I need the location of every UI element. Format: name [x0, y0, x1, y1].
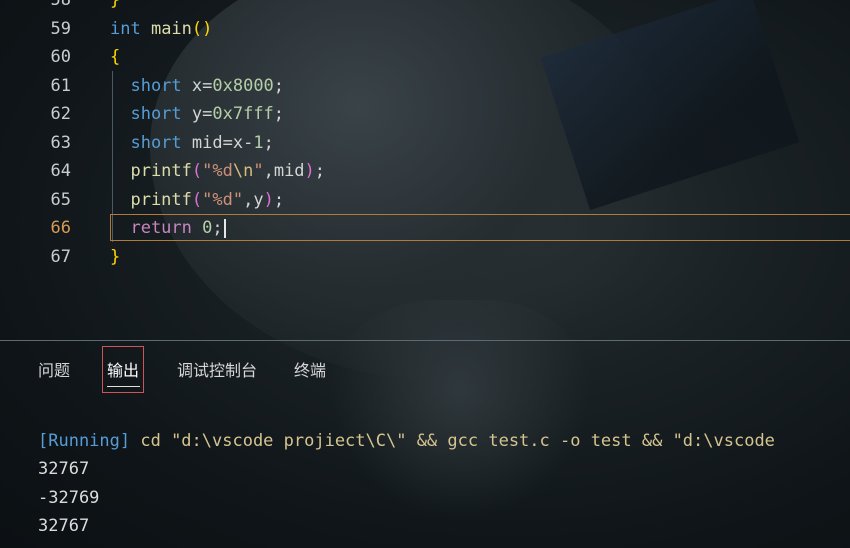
running-tag: [Running] [38, 431, 131, 451]
code-token: int [110, 18, 141, 39]
code-token: 0x7fff [212, 104, 274, 124]
code-line: 61 short x=0x8000; [0, 72, 850, 101]
line-number: 62 [50, 104, 71, 124]
code-token: " [253, 161, 264, 181]
code-token: } [110, 0, 121, 10]
line-number: 59 [50, 18, 71, 39]
code-token: ; [263, 132, 274, 153]
code-text: printf("%d",y); [110, 186, 284, 215]
tab-debug-console[interactable]: 调试控制台 [177, 359, 257, 383]
line-number: 64 [50, 161, 71, 181]
code-line: 62 short y=0x7fff; [0, 100, 850, 129]
code-token: ; [273, 104, 285, 124]
code-token: ,mid [263, 161, 305, 181]
code-token: short [110, 75, 182, 96]
code-token: printf [110, 161, 192, 181]
code-text: return 0; [110, 214, 226, 243]
code-token: printf [110, 189, 192, 210]
code-token: () [191, 18, 213, 39]
code-token: ; [273, 75, 285, 96]
code-line: 59 int main() [0, 15, 850, 44]
line-number: 60 [50, 47, 71, 67]
output-line: -32769 [38, 488, 100, 508]
bottom-panel: 问题 输出 调试控制台 终端 [Running] cd "d:\vscode p… [0, 341, 850, 548]
code-token: short [110, 104, 182, 124]
code-token: \n [232, 161, 254, 181]
code-token: ( [191, 161, 203, 181]
code-token: ; [273, 189, 285, 210]
line-number: 58 [50, 0, 71, 10]
code-line: 65 printf("%d",y); [0, 186, 850, 215]
output-command-line: [Running] cd "d:\vscode projiect\C\" && … [38, 427, 775, 455]
line-number: 67 [50, 246, 71, 267]
panel-tabs: 问题 输出 调试控制台 终端 [0, 341, 850, 393]
code-token: return [110, 218, 192, 238]
code-token: ) [304, 161, 315, 181]
text-cursor [223, 218, 226, 238]
code-token: x= [181, 75, 213, 96]
line-number: 65 [50, 189, 71, 210]
code-token: short [110, 132, 182, 153]
code-editor[interactable]: 58} 59 int main() 60{61 short x=0x8000; 62 s… [0, 0, 850, 340]
code-token: ; [212, 218, 223, 238]
code-line: 60 { [0, 43, 850, 72]
code-token: { [110, 47, 121, 67]
code-text: } [110, 243, 120, 272]
code-text: printf("%d\n",mid); [110, 157, 325, 186]
code-token: ( [191, 189, 203, 210]
code-token: 0 [202, 218, 213, 238]
code-token: ) [263, 189, 274, 210]
code-line: 66 return 0; [0, 214, 850, 243]
line-number: 61 [50, 75, 71, 96]
code-token: main [140, 18, 192, 39]
code-text: int main() [110, 15, 212, 44]
code-line: 63 short mid=x-1; [0, 129, 850, 158]
code-token: } [110, 246, 121, 267]
code-text: short y=0x7fff; [110, 100, 284, 129]
code-text: { [110, 43, 120, 72]
code-line: 67} [0, 243, 850, 272]
code-token: 0x8000 [212, 75, 274, 96]
code-token: 1 [253, 132, 264, 153]
code-line: 64 printf("%d\n",mid); [0, 157, 850, 186]
command-text: cd "d:\vscode projiect\C\" && gcc test.c… [130, 431, 775, 451]
code-token: ,y [243, 189, 264, 210]
line-number: 63 [50, 132, 71, 153]
output-line: 32767 [38, 459, 90, 479]
code-text: short x=0x8000; [110, 72, 284, 101]
tab-output-active-indicator [107, 386, 140, 387]
code-token: mid=x- [181, 132, 254, 153]
line-number: 66 [50, 218, 71, 238]
code-token: y= [181, 104, 213, 124]
code-token: "%d [202, 161, 233, 181]
code-text: } [110, 0, 120, 15]
tab-problems[interactable]: 问题 [38, 359, 70, 383]
code-text: short mid=x-1; [110, 129, 274, 158]
output-line: 32767 [38, 516, 90, 536]
code-token: ; [314, 161, 326, 181]
code-token: "%d" [202, 189, 244, 210]
code-line: 58} [0, 0, 850, 15]
tab-terminal[interactable]: 终端 [294, 359, 326, 383]
